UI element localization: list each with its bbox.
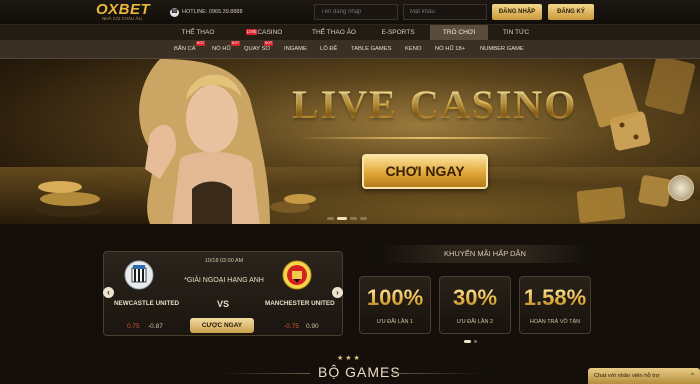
away-odds-2[interactable]: 0.90 <box>306 323 319 330</box>
chevron-up-icon: ^ <box>691 373 694 379</box>
nav-item-casino[interactable]: LIVECASINO <box>238 25 290 41</box>
header: OXBET NHÀ CÁI CHÂU ÂU ☎ HOTLINE: 0965.39… <box>0 0 700 24</box>
away-odds-1[interactable]: -0.75 <box>284 323 299 330</box>
promo-value: 100% <box>360 285 430 311</box>
nav-item-virtual-sports[interactable]: THỂ THAO ẢO <box>305 25 363 41</box>
games-divider-left <box>220 373 310 374</box>
nav-item-news[interactable]: TIN TỨC <box>494 25 538 41</box>
model-image <box>139 59 270 224</box>
phone-icon: ☎ <box>170 7 179 17</box>
promo-dot[interactable] <box>474 340 477 343</box>
banner-title-underline <box>296 137 558 139</box>
carousel-dot[interactable] <box>360 217 367 220</box>
promo-card-2[interactable]: 30% ƯU ĐÃI LẦN 2 <box>439 276 511 334</box>
chat-label: Chat với nhân viên hỗ trợ <box>594 373 660 379</box>
hot-badge: HOT <box>231 41 240 46</box>
promo-label: HOÀN TRẢ VÔ TẬN <box>529 319 581 325</box>
nav-item-games[interactable]: TRÒ CHƠI <box>430 25 488 41</box>
nav-item-casino-label: CASINO <box>257 29 283 36</box>
promo-carousel-dots <box>464 340 477 343</box>
main-nav: THỂ THAO LIVECASINO THỂ THAO ẢO E-SPORTS… <box>0 24 700 41</box>
subnav-table-games[interactable]: TABLE GAMES <box>351 40 391 59</box>
carousel-dot-active[interactable] <box>337 217 347 220</box>
username-input[interactable] <box>314 4 398 20</box>
subnav-slots-18[interactable]: NỔ HŨ 18+ <box>435 40 465 59</box>
home-team-name: NEWCASTLE UNITED <box>114 300 180 307</box>
subnav-lode[interactable]: LÔ ĐỀ <box>320 40 337 59</box>
games-stars-icon: ★★★ <box>337 355 362 362</box>
match-league: *GIẢI NGOẠI HẠNG ANH <box>184 277 264 284</box>
nav-item-sports[interactable]: THỂ THAO <box>172 25 224 41</box>
hotline-text: HOTLINE: 0965.39.8888 <box>182 9 243 15</box>
banner-title: LIVE CASINO <box>292 82 578 127</box>
games-divider-right <box>392 373 482 374</box>
promo-card-1[interactable]: 100% ƯU ĐÃI LẦN 1 <box>359 276 431 334</box>
logo[interactable]: OXBET NHÀ CÁI CHÂU ÂU <box>96 1 160 22</box>
nav-item-esports[interactable]: E-SPORTS <box>372 25 424 41</box>
promo-badge-icon[interactable] <box>668 175 694 201</box>
promotions-title: KHUYẾN MÃI HẤP DẪN <box>380 245 590 263</box>
hero-banner[interactable]: LIVE CASINO CHƠI NGAY <box>0 59 700 224</box>
subnav-slots[interactable]: NỔ HŨ <box>212 40 231 59</box>
live-badge: LIVE <box>245 29 258 35</box>
home-odds-1[interactable]: 0.75 <box>127 323 140 330</box>
promo-dot-active[interactable] <box>464 340 471 343</box>
carousel-dot[interactable] <box>327 217 334 220</box>
promo-value: 1.58% <box>520 285 590 311</box>
hot-badge: HOT <box>196 41 205 46</box>
subnav-ingame[interactable]: INGAME <box>284 40 307 59</box>
hot-badge: HOT <box>264 41 273 46</box>
games-title: BỘ GAMES <box>318 364 401 380</box>
subnav-fishing[interactable]: BẮN CÁ <box>174 40 196 59</box>
page: OXBET NHÀ CÁI CHÂU ÂU ☎ HOTLINE: 0965.39… <box>0 0 700 384</box>
prev-match-button[interactable]: ‹ <box>103 287 114 298</box>
subnav-number-game[interactable]: NUMBER GAME <box>480 40 524 59</box>
next-match-button[interactable]: › <box>332 287 343 298</box>
manchester-united-crest-icon <box>282 260 312 290</box>
match-card: 10/18 02:00 AM *GIẢI NGOẠI HẠNG ANH ‹ › … <box>103 251 343 336</box>
support-chat-button[interactable]: Chat với nhân viên hỗ trợ ^ <box>588 368 700 384</box>
promo-card-3[interactable]: 1.58% HOÀN TRẢ VÔ TẬN <box>519 276 591 334</box>
bet-now-button[interactable]: CƯỢC NGAY <box>190 318 254 333</box>
password-input[interactable] <box>403 4 487 20</box>
promo-label: ƯU ĐÃI LẦN 2 <box>456 319 494 325</box>
vs-label: VS <box>217 299 230 309</box>
hotline[interactable]: ☎ HOTLINE: 0965.39.8888 <box>170 5 243 19</box>
newcastle-crest-icon <box>124 260 154 290</box>
subnav-keno[interactable]: KENO <box>405 40 421 59</box>
register-button[interactable]: ĐĂNG KÝ <box>548 4 594 20</box>
carousel-dot[interactable] <box>350 217 357 220</box>
promo-label: ƯU ĐÃI LẦN 1 <box>376 319 414 325</box>
home-odds-2[interactable]: -0.87 <box>148 323 163 330</box>
logo-subtitle: NHÀ CÁI CHÂU ÂU <box>102 16 142 21</box>
carousel-dots <box>327 217 367 220</box>
login-button[interactable]: ĐĂNG NHẬP <box>492 4 542 20</box>
away-team-name: MANCHESTER UNITED <box>265 300 335 307</box>
sub-nav: BẮN CÁ HOT NỔ HŨ HOT QUAY SỐ HOT INGAME … <box>0 40 700 59</box>
promo-value: 30% <box>440 285 510 311</box>
play-now-button[interactable]: CHƠI NGAY <box>362 154 488 189</box>
